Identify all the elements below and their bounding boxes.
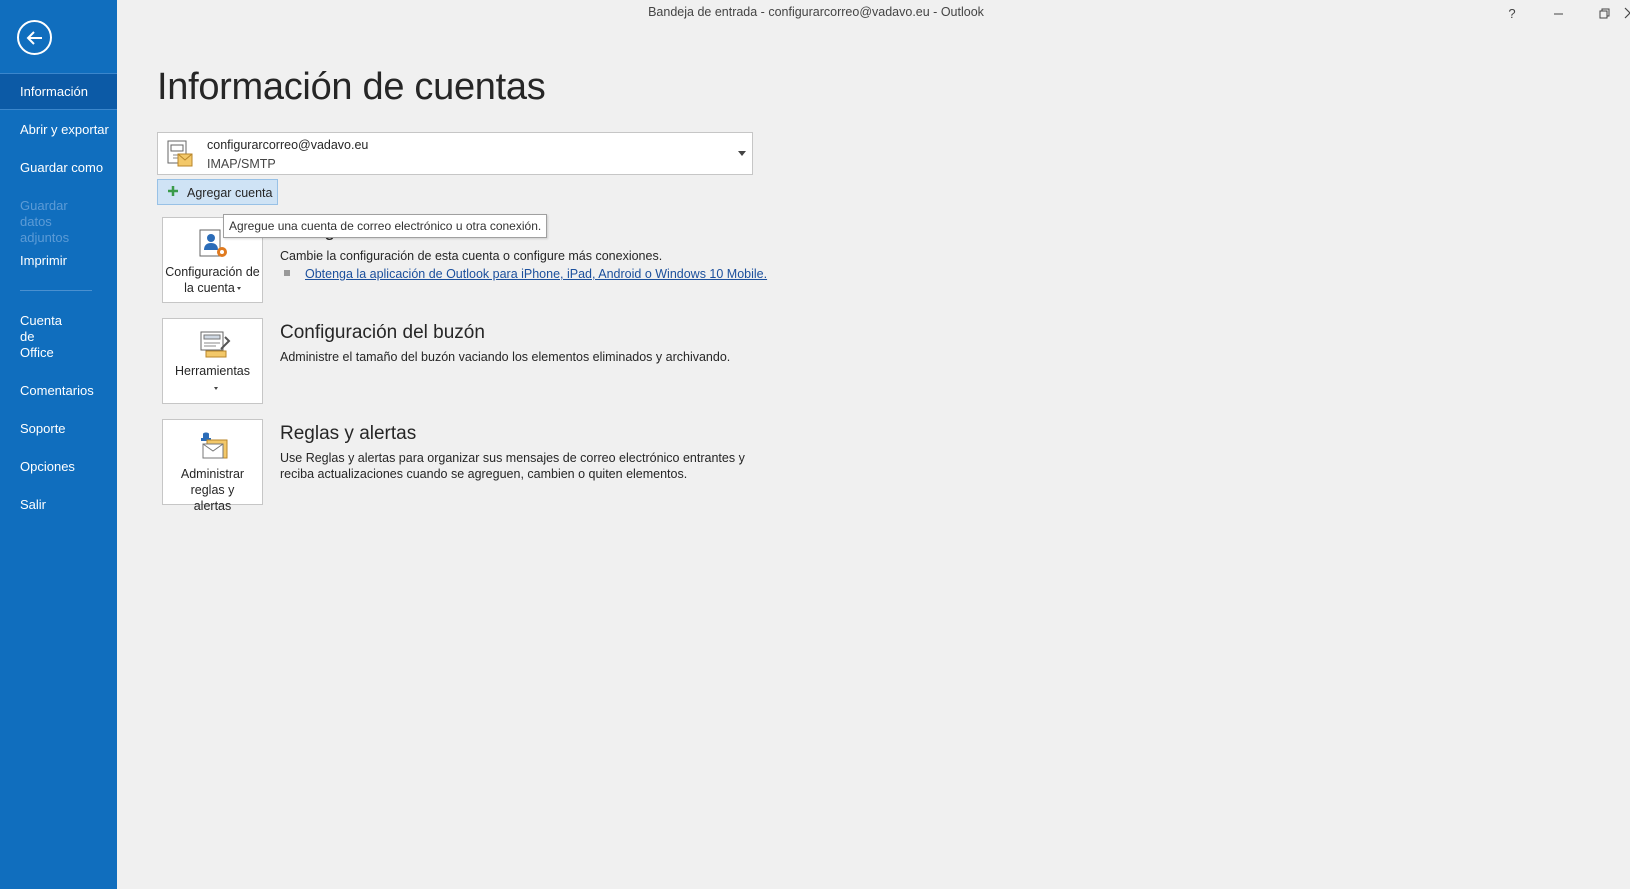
outlook-mobile-link[interactable]: Obtenga la aplicación de Outlook para iP… (305, 267, 767, 281)
caret-down-icon (236, 287, 241, 291)
add-account-button[interactable]: Agregar cuenta (157, 179, 278, 205)
nav-cuenta-office[interactable]: Cuenta de Office (0, 313, 68, 361)
nav-informacion[interactable]: Información (0, 73, 117, 110)
caret-down-icon (214, 387, 218, 390)
close-icon (1624, 7, 1630, 19)
add-account-label: Agregar cuenta (187, 186, 273, 200)
nav-guardar-adjuntos: Guardar datos adjuntos (20, 198, 70, 245)
nav-salir[interactable]: Salir (0, 497, 117, 513)
nav-guardar-como[interactable]: Guardar como (0, 160, 117, 176)
tools-label: Herramientas (174, 364, 251, 378)
window-title: Bandeja de entrada - configurarcorreo@va… (648, 5, 984, 19)
add-account-tooltip: Agregue una cuenta de correo electrónico… (223, 214, 548, 238)
back-arrow-icon[interactable] (17, 20, 52, 55)
nav-opciones[interactable]: Opciones (0, 459, 117, 475)
account-mail-icon (167, 140, 193, 167)
title-bar: Bandeja de entrada - configurarcorreo@va… (117, 0, 1630, 26)
minimize-icon (1553, 13, 1563, 14)
restore-icon (1599, 8, 1609, 18)
plus-icon (168, 186, 178, 196)
manage-rules-button[interactable]: Administrar reglas y alertas (162, 419, 263, 513)
rules-alerts-desc: Use Reglas y alertas para organizar sus … (280, 451, 745, 481)
rules-alerts-heading: Reglas y alertas (280, 423, 417, 444)
nav-imprimir[interactable]: Imprimir (0, 253, 117, 269)
nav-separator (20, 290, 92, 291)
account-settings-desc: Cambie la configuración de esta cuenta o… (280, 249, 663, 263)
tools-icon (200, 331, 231, 358)
manage-rules-label: Administrar reglas y alertas (180, 467, 245, 513)
account-type: IMAP/SMTP (207, 157, 276, 171)
nav-comentarios[interactable]: Comentarios (0, 383, 117, 399)
tools-button[interactable]: Herramientas (162, 318, 263, 404)
account-selector[interactable]: configurarcorreo@vadavo.eu IMAP/SMTP (157, 132, 753, 175)
help-button[interactable]: ? (1492, 2, 1532, 24)
bullet-icon (284, 270, 290, 276)
mailbox-settings-desc: Administre el tamaño del buzón vaciando … (280, 350, 731, 364)
nav-soporte[interactable]: Soporte (0, 421, 117, 437)
mailbox-settings-heading: Configuración del buzón (280, 322, 485, 343)
page-title: Información de cuentas (157, 66, 546, 108)
rules-alerts-icon (201, 432, 228, 459)
minimize-button[interactable] (1538, 2, 1578, 24)
close-button[interactable] (1610, 2, 1630, 24)
dropdown-arrow-icon (738, 151, 746, 156)
account-settings-label: Configuración de la cuenta (165, 265, 260, 295)
account-email: configurarcorreo@vadavo.eu (207, 138, 369, 152)
backstage-sidebar: Información Abrir y exportar Guardar com… (0, 0, 117, 889)
nav-abrir-exportar[interactable]: Abrir y exportar (0, 122, 117, 138)
